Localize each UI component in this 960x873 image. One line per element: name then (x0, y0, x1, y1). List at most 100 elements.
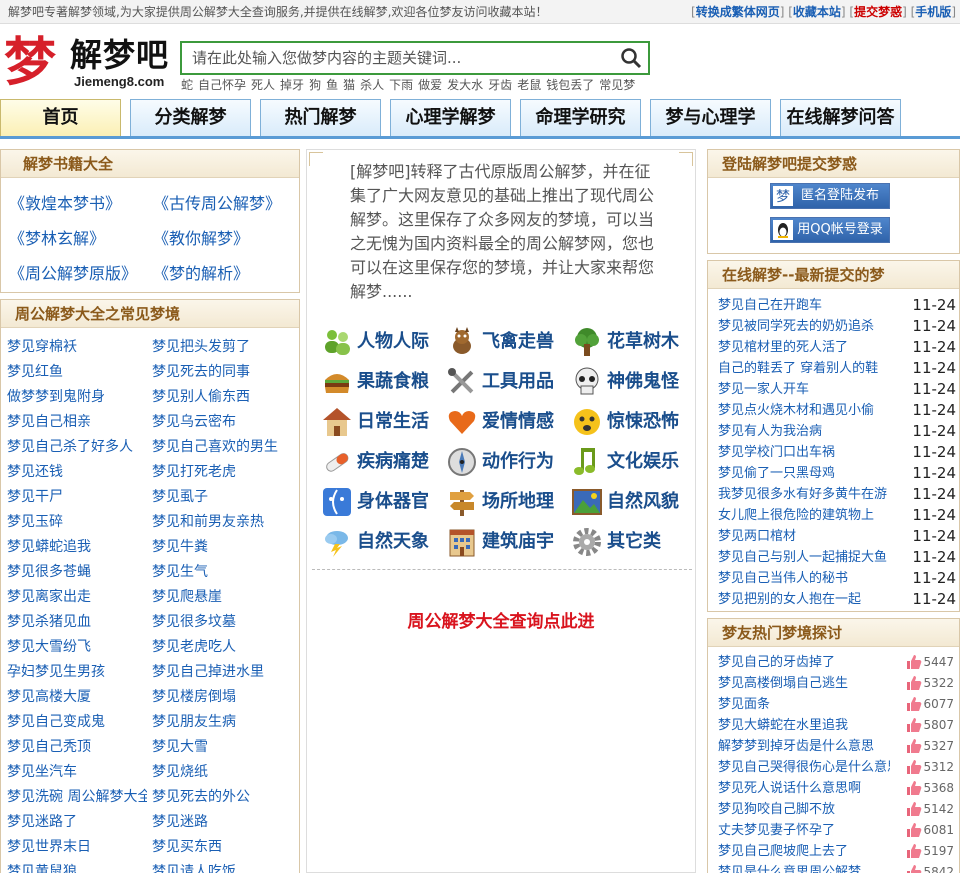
dream-link[interactable]: 梦见乌云密布 (152, 410, 297, 435)
dream-link[interactable]: 梦见红鱼 (7, 360, 147, 385)
dream-title-link[interactable]: 梦见自己在开跑车 (718, 295, 888, 316)
list-item[interactable]: 梦见学校门口出车祸 11-24 (718, 442, 956, 463)
dream-title-link[interactable]: 梦见自己爬坡爬上去了 (718, 841, 890, 862)
traditional-link[interactable]: 转换成繁体网页 (696, 5, 780, 19)
dream-link[interactable]: 梦见穿棉袄 (7, 335, 147, 360)
list-item[interactable]: 梦见自己在开跑车 11-24 (718, 295, 956, 316)
dream-title-link[interactable]: 女儿爬上很危险的建筑物上 (718, 505, 888, 526)
dream-title-link[interactable]: 梦见高楼倒塌自己逃生 (718, 673, 890, 694)
hot-keyword-link[interactable]: 老鼠 (517, 78, 541, 92)
dream-link[interactable]: 梦见杀猪见血 (7, 610, 147, 635)
query-link[interactable]: 周公解梦大全查询点此进 (306, 607, 696, 632)
site-logo[interactable]: 梦 解梦吧 Jiemeng8.com (4, 32, 172, 96)
list-item[interactable]: 梦见一家人开车 11-24 (718, 379, 956, 400)
hot-keyword-link[interactable]: 蛇 (181, 78, 193, 92)
dream-link[interactable]: 做梦梦到鬼附身 (7, 385, 147, 410)
dream-link[interactable]: 梦见牛粪 (152, 535, 297, 560)
dream-link[interactable]: 梦见黄鼠狼 (7, 860, 147, 873)
list-item[interactable]: 梦见点火烧木材和遇见小偷 11-24 (718, 400, 956, 421)
dream-link[interactable]: 梦见洗碗 周公解梦大全 (7, 785, 147, 810)
dream-link[interactable]: 孕妇梦见生男孩 (7, 660, 147, 685)
book-link[interactable]: 《周公解梦原版》 (9, 260, 137, 284)
tab-category[interactable]: 分类解梦 (130, 99, 251, 137)
qq-login-button[interactable]: 用QQ帐号登录 (770, 217, 890, 243)
hot-keyword-link[interactable]: 掉牙 (280, 78, 304, 92)
dream-link[interactable]: 梦见烧纸 (152, 760, 297, 785)
list-item[interactable]: 梦见高楼倒塌自己逃生 5322 (718, 673, 954, 694)
dream-link[interactable]: 梦见买东西 (152, 835, 297, 860)
dream-link[interactable]: 梦见还钱 (7, 460, 147, 485)
mobile-link[interactable]: 手机版 (915, 5, 951, 19)
list-item[interactable]: 梦见自己爬坡爬上去了 5197 (718, 841, 954, 862)
list-item[interactable]: 梦见自己哭得很伤心是什么意思 5312 (718, 757, 954, 778)
dream-title-link[interactable]: 丈夫梦见妻子怀孕了 (718, 820, 890, 841)
list-item[interactable]: 梦见两口棺材 11-24 (718, 526, 956, 547)
list-item[interactable]: 梦见棺材里的死人活了 11-24 (718, 337, 956, 358)
dream-link[interactable]: 梦见老虎吃人 (152, 635, 297, 660)
dream-title-link[interactable]: 梦见自己当伟人的秘书 (718, 568, 888, 589)
book-link[interactable]: 《梦林玄解》 (9, 225, 105, 249)
dream-link[interactable]: 梦见自己相亲 (7, 410, 147, 435)
dream-title-link[interactable]: 梦见是什么意思周公解梦 (718, 862, 890, 873)
dream-link[interactable]: 梦见玉碎 (7, 510, 147, 535)
tab-qa[interactable]: 在线解梦问答 (780, 99, 901, 137)
dream-title-link[interactable]: 梦见一家人开车 (718, 379, 888, 400)
dream-title-link[interactable]: 梦见有人为我治病 (718, 421, 888, 442)
dream-link[interactable]: 梦见自己秃顶 (7, 735, 147, 760)
dream-link[interactable]: 梦见朋友生病 (152, 710, 297, 735)
dream-link[interactable]: 梦见自己变成鬼 (7, 710, 147, 735)
list-item[interactable]: 自己的鞋丢了 穿着别人的鞋 11-24 (718, 358, 956, 379)
dream-title-link[interactable]: 梦见死人说话什么意思啊 (718, 778, 890, 799)
dream-link[interactable]: 梦见把头发剪了 (152, 335, 297, 360)
dream-link[interactable]: 梦见自己掉进水里 (152, 660, 297, 685)
list-item[interactable]: 梦见偷了一只黑母鸡 11-24 (718, 463, 956, 484)
tab-dream-psychology[interactable]: 梦与心理学 (650, 99, 771, 137)
dream-link[interactable]: 梦见爬悬崖 (152, 585, 297, 610)
bookmark-link[interactable]: 收藏本站 (793, 5, 841, 19)
dream-link[interactable]: 梦见虱子 (152, 485, 297, 510)
book-link[interactable]: 《古传周公解梦》 (153, 190, 281, 214)
dream-link[interactable]: 梦见很多坟墓 (152, 610, 297, 635)
dream-title-link[interactable]: 梦见自己哭得很伤心是什么意思 (718, 757, 890, 778)
dream-link[interactable]: 梦见自己杀了好多人 (7, 435, 147, 460)
dream-title-link[interactable]: 梦见自己与别人一起捕捉大鱼 (718, 547, 888, 568)
dream-link[interactable]: 梦见和前男友亲热 (152, 510, 297, 535)
hot-keyword-link[interactable]: 做爱 (418, 78, 442, 92)
list-item[interactable]: 梦见是什么意思周公解梦 5842 (718, 862, 954, 873)
anonymous-login-button[interactable]: 梦 匿名登陆发布 (770, 183, 890, 209)
dream-link[interactable]: 梦见坐汽车 (7, 760, 147, 785)
book-link[interactable]: 《敦煌本梦书》 (9, 190, 121, 214)
book-link[interactable]: 《梦的解析》 (153, 260, 249, 284)
dream-link[interactable]: 梦见蟒蛇追我 (7, 535, 147, 560)
list-item[interactable]: 梦见自己与别人一起捕捉大鱼 11-24 (718, 547, 956, 568)
hot-keyword-link[interactable]: 死人 (251, 78, 275, 92)
tab-home[interactable]: 首页 (0, 99, 121, 137)
search-icon[interactable] (620, 47, 642, 69)
list-item[interactable]: 解梦梦到掉牙齿是什么意思 5327 (718, 736, 954, 757)
dream-title-link[interactable]: 自己的鞋丢了 穿着别人的鞋 (718, 358, 888, 379)
hot-keyword-link[interactable]: 狗 (309, 78, 321, 92)
hot-keyword-link[interactable]: 鱼 (326, 78, 338, 92)
list-item[interactable]: 梦见把别的女人抱在一起 11-24 (718, 589, 956, 610)
dream-title-link[interactable]: 梦见狗咬自己脚不放 (718, 799, 890, 820)
dream-title-link[interactable]: 梦见被同学死去的奶奶追杀 (718, 316, 888, 337)
dream-link[interactable]: 梦见迷路了 (7, 810, 147, 835)
dream-title-link[interactable]: 梦见棺材里的死人活了 (718, 337, 888, 358)
list-item[interactable]: 梦见死人说话什么意思啊 5368 (718, 778, 954, 799)
dream-title-link[interactable]: 梦见学校门口出车祸 (718, 442, 888, 463)
dream-link[interactable]: 梦见死去的同事 (152, 360, 297, 385)
list-item[interactable]: 梦见自己的牙齿掉了 5447 (718, 652, 954, 673)
hot-keyword-link[interactable]: 发大水 (447, 78, 483, 92)
tab-psychology[interactable]: 心理学解梦 (390, 99, 511, 137)
list-item[interactable]: 梦见有人为我治病 11-24 (718, 421, 956, 442)
dream-title-link[interactable]: 我梦见很多水有好多黄牛在游 (718, 484, 888, 505)
list-item[interactable]: 女儿爬上很危险的建筑物上 11-24 (718, 505, 956, 526)
dream-title-link[interactable]: 梦见把别的女人抱在一起 (718, 589, 888, 610)
dream-title-link[interactable]: 梦见自己的牙齿掉了 (718, 652, 890, 673)
hot-keyword-link[interactable]: 猫 (343, 78, 355, 92)
dream-link[interactable]: 梦见生气 (152, 560, 297, 585)
dream-link[interactable]: 梦见世界末日 (7, 835, 147, 860)
list-item[interactable]: 梦见大蟒蛇在水里追我 5807 (718, 715, 954, 736)
dream-title-link[interactable]: 梦见两口棺材 (718, 526, 888, 547)
dream-link[interactable]: 梦见别人偷东西 (152, 385, 297, 410)
